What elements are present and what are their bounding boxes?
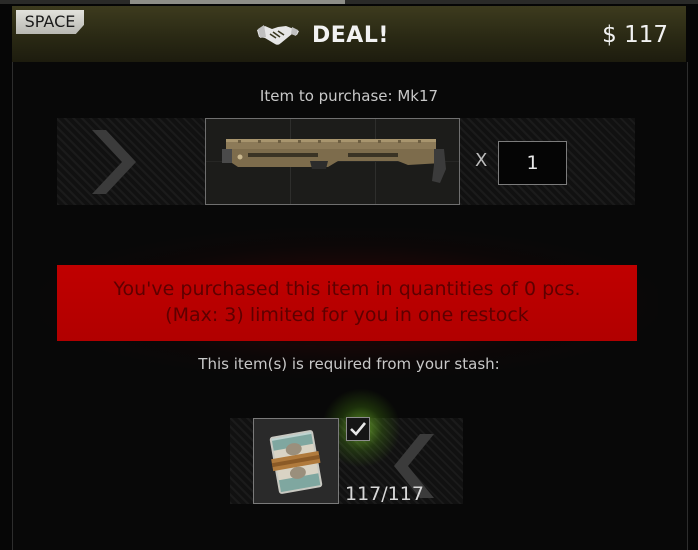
warning-line-1: You've purchased this item in quantities… — [113, 278, 581, 300]
deal-title: DEAL! — [312, 22, 389, 48]
checkmark-icon — [350, 422, 367, 436]
item-to-purchase-label: Item to purchase: Mk17 — [259, 87, 439, 105]
chevron-right-icon — [92, 130, 136, 194]
top-tab-strip — [0, 0, 698, 4]
requirement-checkbox — [346, 417, 370, 441]
warning-line-2: (Max: 3) limited for you in one restock — [165, 304, 529, 326]
handshake-icon — [257, 25, 299, 45]
quantity-input[interactable]: 1 — [498, 141, 567, 185]
deal-title-group: DEAL! — [256, 20, 389, 50]
quantity-multiplier: X — [475, 150, 488, 171]
purchase-limit-warning: You've purchased this item in quantities… — [57, 265, 637, 341]
mk17-rifle-icon — [222, 139, 446, 183]
top-tab-active — [130, 0, 345, 4]
total-price: $ 117 — [602, 22, 668, 48]
space-key-badge: SPACE — [16, 10, 84, 34]
deal-header: SPACE DEAL! $ 117 — [12, 6, 686, 63]
purchase-item-slot[interactable] — [205, 118, 460, 205]
required-items-label: This item(s) is required from your stash… — [198, 355, 500, 373]
money-stack-icon — [269, 430, 323, 494]
required-item-count: 117/117 — [345, 483, 424, 505]
required-item-slot[interactable] — [253, 418, 339, 504]
